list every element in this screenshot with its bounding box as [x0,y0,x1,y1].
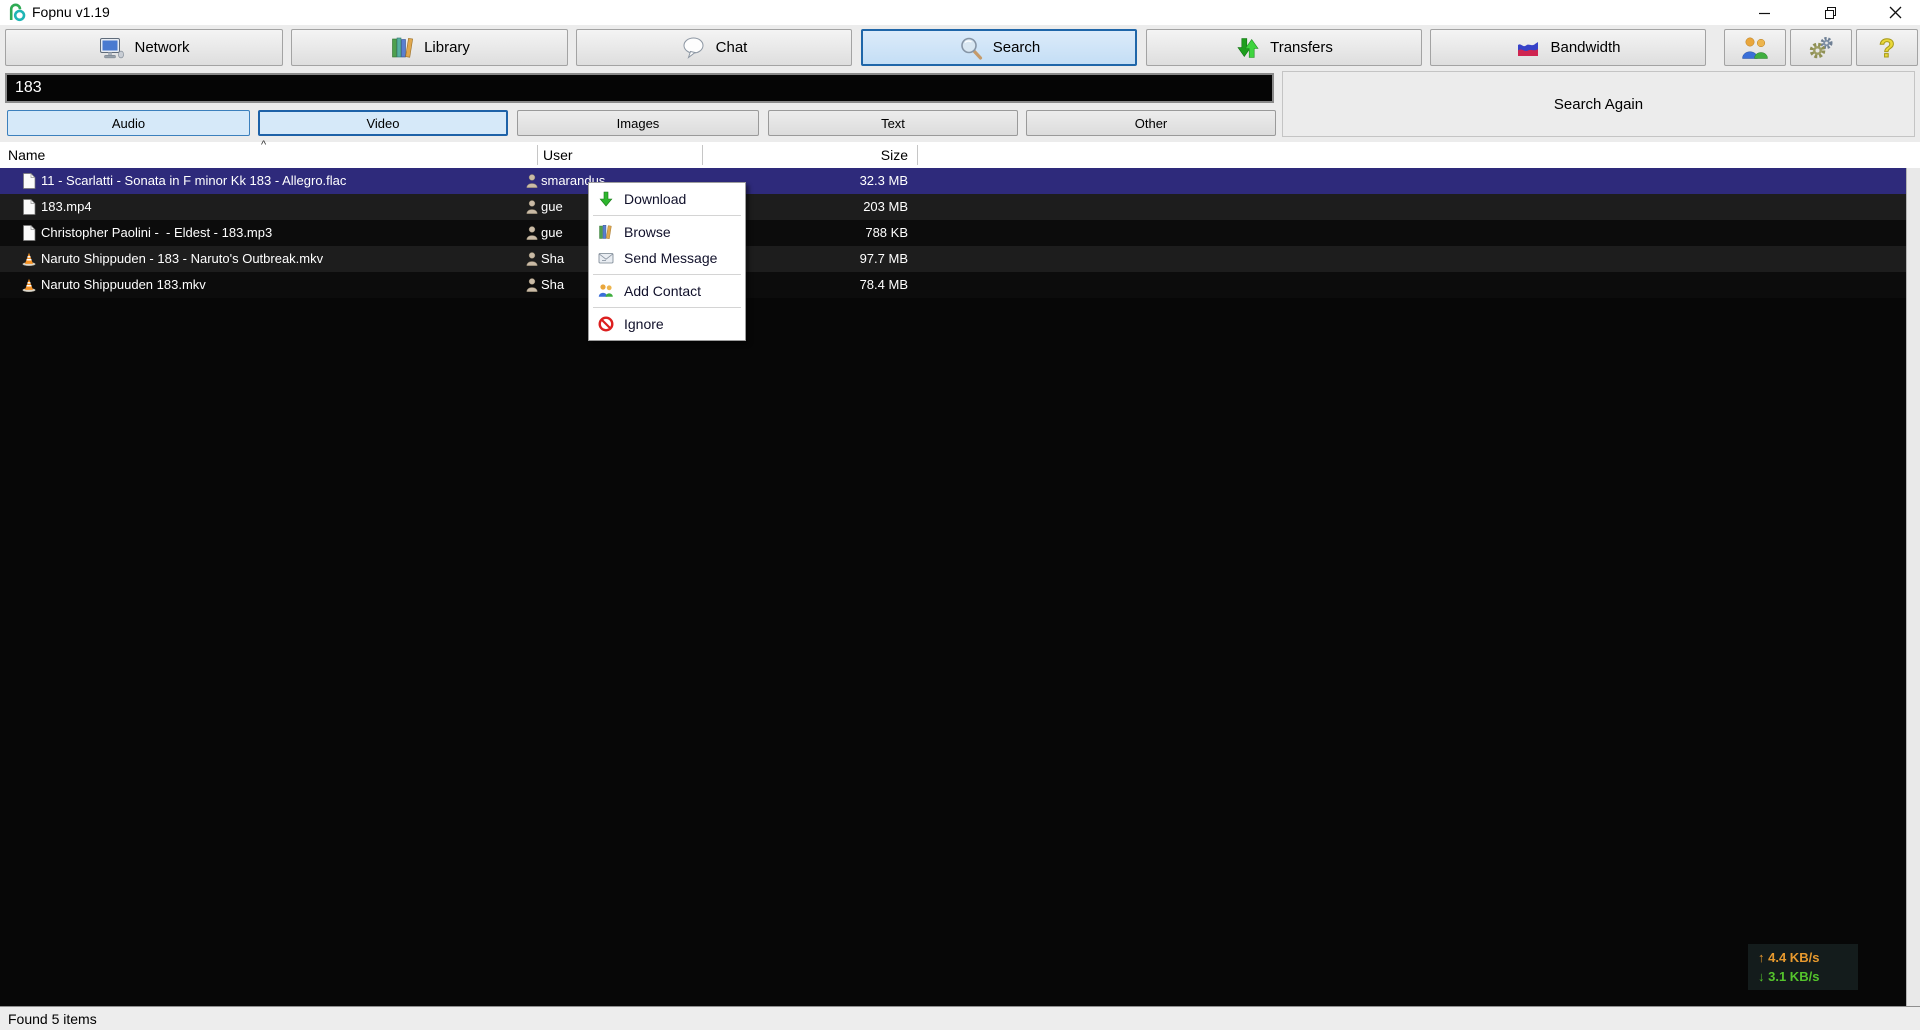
sort-ascending-icon: ^ [261,140,266,150]
minimize-icon [1759,7,1771,19]
toolbar-tab-label: Bandwidth [1550,39,1620,56]
result-user: gue [541,194,563,220]
menu-item-browse[interactable]: Browse [589,219,745,245]
file-type-icon [22,277,36,293]
help-button[interactable]: ? [1856,29,1918,66]
window-title: Fopnu v1.19 [32,0,110,25]
user-icon [526,278,538,292]
column-divider[interactable] [537,145,538,165]
user-icon [526,226,538,240]
upload-speed: ↑ 4.4 KB/s [1758,948,1858,967]
titlebar: Fopnu v1.19 [0,0,1920,25]
table-row[interactable]: 11 - Scarlatti - Sonata in F minor Kk 18… [0,168,1920,194]
browse-books-icon [598,224,614,240]
vertical-scrollbar[interactable] [1906,168,1920,1006]
result-user: Sha [541,246,564,272]
contacts-button[interactable] [1724,29,1786,66]
toolbar-tab-label: Search [993,39,1041,56]
user-icon [526,200,538,214]
result-user: gue [541,220,563,246]
close-button[interactable] [1872,0,1918,25]
settings-gears-icon [1807,35,1835,61]
restore-icon [1824,6,1838,20]
results-table-header: ^ Name User Size [0,142,1920,168]
file-type-icon [22,199,36,215]
table-row[interactable]: Naruto Shippuden - 183 - Naruto's Outbre… [0,246,1920,272]
column-header-user[interactable]: User [543,142,573,168]
menu-item-add-contact[interactable]: Add Contact [589,278,745,304]
transfer-arrows-icon [1235,35,1261,61]
toolbar-tab-label: Network [134,39,189,56]
magnifier-icon [958,35,984,61]
ignore-icon [598,316,614,332]
filter-video[interactable]: Video [258,110,508,136]
result-name: Naruto Shippuden - 183 - Naruto's Outbre… [41,246,323,272]
toolbar-tab-transfers[interactable]: Transfers [1146,29,1422,66]
filter-other[interactable]: Other [1026,110,1276,136]
toolbar-tab-chat[interactable]: Chat [576,29,852,66]
minimize-button[interactable] [1742,0,1788,25]
up-arrow-icon: ↑ [1758,950,1765,965]
search-input[interactable] [5,73,1274,103]
column-divider[interactable] [917,145,918,165]
menu-item-send-message[interactable]: Send Message [589,245,745,271]
speed-overlay: ↑ 4.4 KB/s ↓ 3.1 KB/s [1748,944,1858,990]
envelope-icon [598,250,614,266]
toolbar-tab-label: Chat [716,39,748,56]
status-text: Found 5 items [8,1011,97,1027]
restore-button[interactable] [1808,0,1854,25]
svg-text:?: ? [1879,35,1895,61]
down-arrow-icon: ↓ [1758,969,1765,984]
chat-bubble-icon [681,35,707,61]
menu-item-download[interactable]: Download [589,186,745,212]
result-name: 183.mp4 [41,194,92,220]
computer-icon [98,35,125,61]
toolbar-tab-search[interactable]: Search [861,29,1137,66]
download-speed: ↓ 3.1 KB/s [1758,967,1858,986]
search-again-label: Search Again [1554,96,1643,113]
users-icon [1740,35,1770,61]
result-name: 11 - Scarlatti - Sonata in F minor Kk 18… [41,168,346,194]
help-icon: ? [1876,35,1898,61]
fopnu-window: Fopnu v1.19 Network [0,0,1920,1030]
books-icon [389,35,415,61]
toolbar-area: Network Library Chat Searc [0,25,1920,142]
menu-separator [593,274,741,275]
filter-images[interactable]: Images [517,110,759,136]
column-divider[interactable] [702,145,703,165]
add-contact-icon [598,283,614,299]
results-list: 11 - Scarlatti - Sonata in F minor Kk 18… [0,168,1920,1006]
table-row[interactable]: 183.mp4 gue 203 MB [0,194,1920,220]
column-header-size[interactable]: Size [702,142,917,168]
toolbar-tab-bandwidth[interactable]: Bandwidth [1430,29,1706,66]
context-menu: Download Browse Send Message [588,182,746,341]
result-name: Christopher Paolini - - Eldest - 183.mp3 [41,220,272,246]
column-header-name[interactable]: Name [8,142,45,168]
user-icon [526,252,538,266]
result-name: Naruto Shippuuden 183.mkv [41,272,206,298]
file-type-icon [22,225,36,241]
download-arrow-icon [598,191,614,207]
status-bar: Found 5 items [0,1006,1920,1030]
menu-separator [593,215,741,216]
user-icon [526,174,538,188]
settings-button[interactable] [1790,29,1852,66]
table-row[interactable]: Christopher Paolini - - Eldest - 183.mp3… [0,220,1920,246]
filter-audio[interactable]: Audio [7,110,250,136]
search-again-button[interactable]: Search Again [1282,71,1915,137]
result-user: Sha [541,272,564,298]
menu-separator [593,307,741,308]
toolbar-tab-label: Library [424,39,470,56]
toolbar-tab-network[interactable]: Network [5,29,283,66]
toolbar-tab-label: Transfers [1270,39,1333,56]
table-row[interactable]: Naruto Shippuuden 183.mkv Sha 78.4 MB [0,272,1920,298]
menu-item-ignore[interactable]: Ignore [589,311,745,337]
file-type-icon [22,251,36,267]
fopnu-logo-icon [8,3,26,27]
toolbar-tab-library[interactable]: Library [291,29,568,66]
file-type-icon [22,173,36,189]
close-icon [1889,6,1902,19]
filter-text[interactable]: Text [768,110,1018,136]
bandwidth-chart-icon [1515,35,1541,61]
